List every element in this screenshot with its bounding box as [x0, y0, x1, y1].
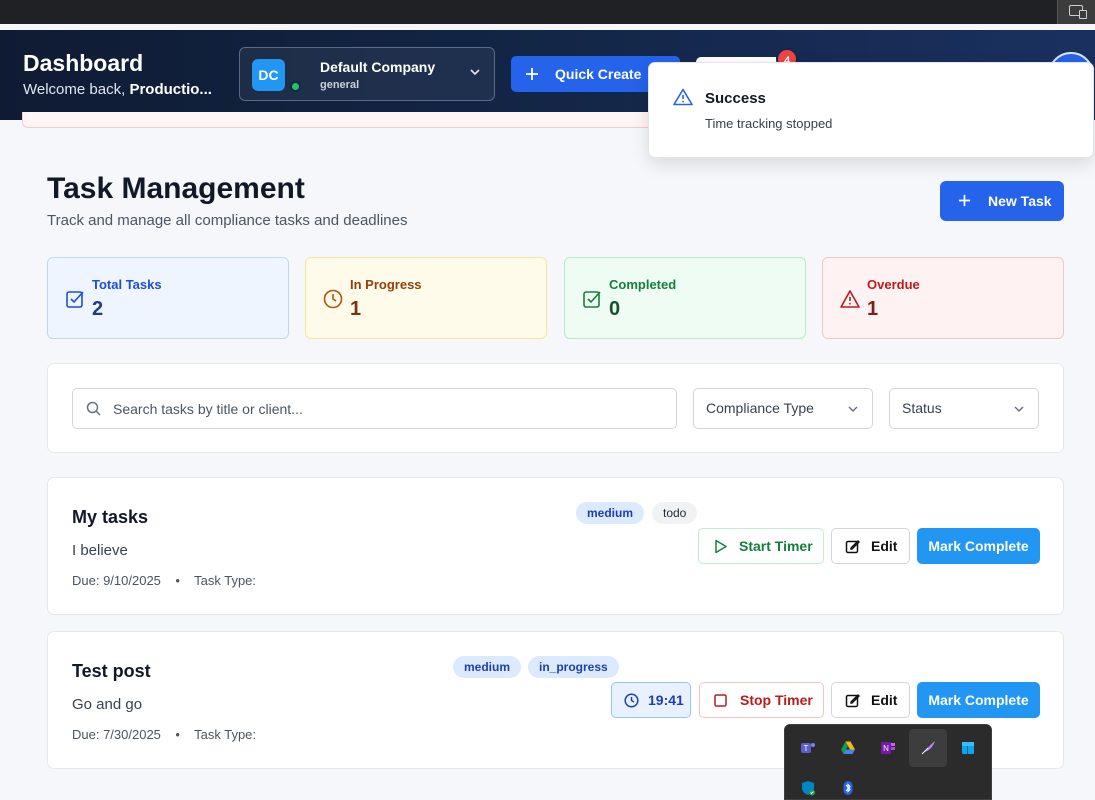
chevron-down-icon — [848, 406, 858, 413]
system-tray-overflow: T N — [784, 724, 992, 800]
status-value: Status — [902, 400, 942, 416]
alert-banner — [22, 112, 654, 128]
stop-icon — [714, 694, 727, 707]
quick-create-label: Quick Create — [555, 66, 642, 82]
task-description: I believe — [72, 542, 128, 559]
chevron-down-icon — [1014, 406, 1024, 413]
task-description: Go and go — [72, 696, 143, 713]
stat-value: 0 — [609, 298, 621, 320]
compliance-type-select[interactable]: Compliance Type — [693, 388, 873, 429]
edit-label: Edit — [871, 692, 898, 708]
clock-icon — [624, 693, 639, 708]
search-field[interactable] — [72, 388, 677, 429]
page-title: Task Management — [47, 172, 305, 205]
teams-icon[interactable]: T — [789, 729, 827, 767]
task-title: Test post — [72, 661, 151, 681]
cast-icon[interactable] — [1057, 0, 1095, 24]
stat-value: 2 — [92, 298, 104, 320]
welcome-prefix: Welcome back, — [23, 81, 130, 98]
success-toast[interactable]: Success Time tracking stopped — [648, 62, 1094, 158]
compliance-type-value: Compliance Type — [706, 400, 814, 416]
task-card: My tasks I believe Due: 9/10/2025 • Task… — [47, 477, 1064, 615]
task-meta: Due: 9/10/2025 • Task Type: — [72, 573, 257, 588]
priority-badge: medium — [453, 656, 522, 678]
edit-icon — [845, 694, 860, 708]
online-status-dot — [290, 81, 301, 92]
checkbox-icon — [583, 291, 601, 308]
svg-text:T: T — [804, 744, 809, 753]
warning-triangle-icon — [840, 290, 860, 308]
azure-icon[interactable] — [949, 729, 987, 767]
stat-card-overdue: Overdue 1 — [822, 257, 1064, 339]
quill-icon[interactable] — [909, 729, 947, 767]
google-drive-icon[interactable] — [829, 729, 867, 767]
status-select[interactable]: Status — [889, 388, 1039, 429]
filter-bar: Compliance Type Status — [47, 363, 1064, 453]
clock-icon — [323, 289, 343, 309]
header-title: Dashboard — [23, 50, 144, 76]
checkbox-icon — [66, 291, 84, 308]
start-timer-button[interactable]: Start Timer — [698, 528, 824, 564]
stat-value: 1 — [867, 298, 879, 320]
onenote-icon[interactable]: N — [869, 729, 907, 767]
company-name: Default Company — [320, 59, 436, 75]
edit-label: Edit — [871, 538, 898, 554]
welcome-text: Welcome back, Productio... — [23, 81, 218, 98]
status-badge: todo — [652, 502, 698, 524]
edit-icon — [845, 540, 860, 554]
toast-message: Time tracking stopped — [705, 116, 833, 131]
stat-label: Completed — [609, 277, 677, 292]
status-badge: in_progress — [528, 656, 619, 678]
new-task-label: New Task — [988, 193, 1052, 209]
start-timer-label: Start Timer — [739, 538, 813, 554]
stat-value: 1 — [350, 298, 362, 320]
company-avatar: DC — [252, 59, 285, 91]
stat-card-total-tasks: Total Tasks 2 — [47, 257, 289, 339]
elapsed-time: 19:41 — [648, 692, 684, 708]
elapsed-timer: 19:41 — [611, 682, 691, 718]
company-switcher[interactable]: DC Default Company general — [239, 47, 495, 101]
defender-icon[interactable] — [789, 769, 827, 800]
browser-top-strip — [0, 0, 1095, 24]
stat-label: In Progress — [350, 277, 422, 292]
mark-complete-button[interactable]: Mark Complete — [917, 528, 1040, 564]
stat-label: Total Tasks — [92, 277, 162, 292]
welcome-user: Productio... — [129, 81, 212, 98]
page-subtitle: Track and manage all compliance tasks an… — [47, 212, 408, 229]
svg-text:N: N — [883, 744, 889, 753]
stat-label: Overdue — [867, 277, 920, 292]
warning-triangle-icon — [673, 88, 693, 106]
task-title: My tasks — [72, 507, 149, 527]
search-icon — [86, 401, 101, 416]
stop-timer-label: Stop Timer — [740, 692, 813, 708]
stat-card-in-progress: In Progress 1 — [305, 257, 547, 339]
mark-complete-button[interactable]: Mark Complete — [917, 682, 1040, 718]
priority-badge: medium — [576, 502, 645, 524]
toast-title: Success — [705, 90, 766, 107]
search-input[interactable] — [113, 389, 668, 428]
new-task-button[interactable]: New Task — [940, 181, 1064, 221]
task-meta: Due: 7/30/2025 • Task Type: — [72, 727, 257, 742]
plus-icon — [526, 68, 538, 80]
plus-icon — [958, 194, 971, 207]
edit-button[interactable]: Edit — [831, 528, 910, 564]
company-subtitle: general — [320, 79, 360, 91]
stop-timer-button[interactable]: Stop Timer — [699, 682, 824, 718]
stat-card-completed: Completed 0 — [564, 257, 806, 339]
chevron-down-icon — [470, 69, 480, 76]
bluetooth-icon[interactable] — [829, 769, 867, 800]
play-icon — [715, 539, 727, 554]
edit-button[interactable]: Edit — [831, 682, 910, 718]
